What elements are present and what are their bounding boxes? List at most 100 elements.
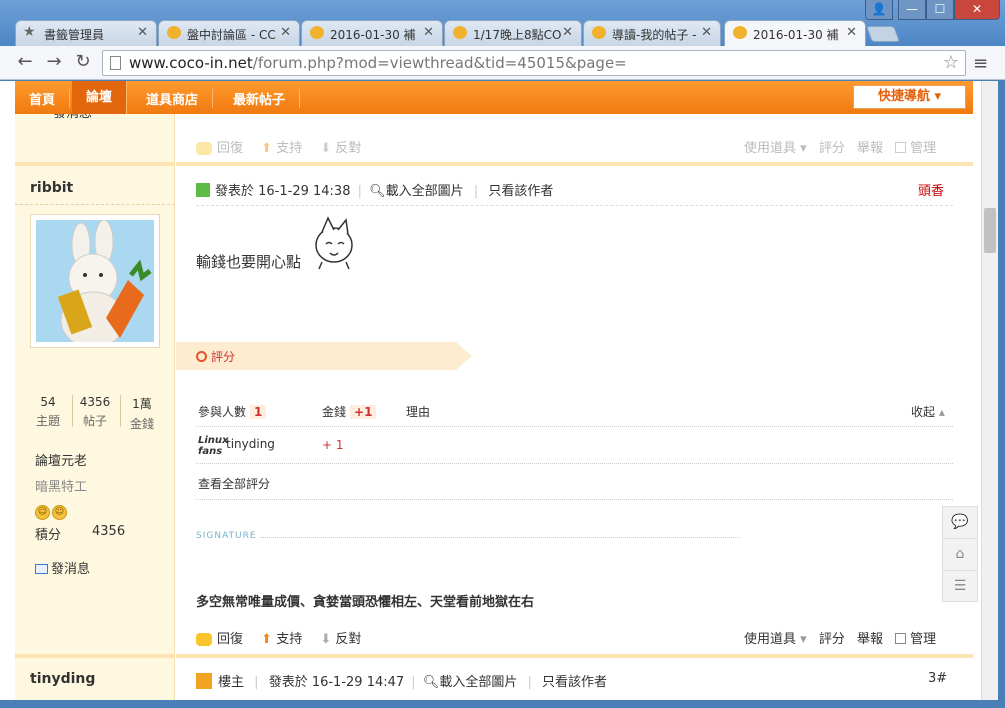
divider bbox=[196, 205, 953, 206]
post-header: 發表於 16-1-29 14:38 | 🔍︎載入全部圖片 | 只看該作者 bbox=[196, 180, 553, 199]
support-button[interactable]: ⬆ 支持 bbox=[261, 141, 302, 156]
reload-icon[interactable]: ↻ bbox=[72, 51, 94, 73]
back-icon[interactable]: ← bbox=[14, 51, 36, 73]
rater-username[interactable]: tinyding bbox=[226, 437, 275, 451]
send-message-link[interactable]: 發消息 bbox=[35, 558, 90, 577]
signature-divider bbox=[260, 537, 740, 538]
chevron-down-icon: ▾ bbox=[800, 632, 807, 647]
stat-label: 金錢 bbox=[129, 417, 154, 431]
report-button[interactable]: 舉報 bbox=[857, 141, 883, 156]
close-icon[interactable]: ✕ bbox=[846, 25, 857, 40]
use-item-button[interactable]: 使用道具 ▾ bbox=[744, 141, 807, 156]
view-all-ratings-link[interactable]: 查看全部評分 bbox=[198, 475, 270, 492]
tab-thread-2[interactable]: 1/17晚上8點CO ✕ bbox=[444, 20, 582, 46]
close-icon[interactable]: ✕ bbox=[701, 25, 712, 40]
scrollbar-thumb[interactable] bbox=[984, 208, 996, 253]
tab-thread-1[interactable]: 2016-01-30 補 ✕ bbox=[301, 20, 443, 46]
post-content: 回復 ⬆ 支持 ⬇ 反對 使用道具 ▾ 評分 舉報 管理 發表於 16-1-29… bbox=[176, 114, 973, 700]
comment-icon bbox=[196, 633, 212, 646]
rate-money-header: 金錢 +1 bbox=[322, 403, 377, 420]
close-button[interactable]: ✕ bbox=[954, 0, 1000, 20]
maximize-button[interactable]: ☐ bbox=[926, 0, 954, 20]
nav-shop[interactable]: 道具商店 bbox=[132, 89, 214, 108]
user-rank[interactable]: 論壇元老 bbox=[35, 450, 87, 469]
tab-discussion[interactable]: 盤中討論區 - CC ✕ bbox=[158, 20, 300, 46]
support-button[interactable]: ⬆ 支持 bbox=[261, 632, 302, 647]
username[interactable]: ribbit bbox=[30, 180, 73, 196]
user-button[interactable]: 👤 bbox=[865, 0, 893, 20]
post-time: 發表於 16-1-29 14:47 bbox=[268, 675, 405, 690]
load-images-link[interactable]: 🔍︎載入全部圖片 bbox=[369, 184, 464, 199]
back-to-top-icon[interactable]: ⌂ bbox=[943, 539, 977, 571]
post-actions: 回復 ⬆ 支持 ⬇ 反對 bbox=[196, 628, 361, 647]
tab-current-thread[interactable]: 2016-01-30 補 ✕ bbox=[724, 20, 866, 47]
url-path: /forum.php?mod=viewthread&tid=45015&page… bbox=[252, 54, 627, 72]
author-only-link[interactable]: 只看該作者 bbox=[488, 184, 553, 199]
new-tab-button[interactable] bbox=[866, 26, 900, 42]
use-item-button[interactable]: 使用道具 ▾ bbox=[744, 632, 807, 647]
oppose-button[interactable]: ⬇ 反對 bbox=[320, 141, 361, 156]
medal-icon[interactable]: ☺ bbox=[35, 505, 50, 520]
points-value: 4356 bbox=[92, 524, 126, 539]
arrow-down-icon: ⬇ bbox=[320, 141, 332, 156]
load-images-link[interactable]: 🔍︎載入全部圖片 bbox=[423, 675, 518, 690]
close-icon[interactable]: ✕ bbox=[280, 25, 291, 40]
post-floor[interactable]: 3# bbox=[928, 671, 947, 686]
stat-value: 1萬 bbox=[132, 397, 152, 411]
stat-value: 54 bbox=[40, 395, 56, 409]
medal-icon[interactable]: ☺ bbox=[52, 505, 67, 520]
user-sidebar: 發消息 ribbit 54 主題 bbox=[15, 106, 175, 700]
send-message-label: 發消息 bbox=[51, 562, 91, 577]
post-floor[interactable]: 頭香 bbox=[918, 180, 944, 199]
quick-nav-button[interactable]: 快捷導航 ▾ bbox=[853, 85, 966, 109]
manage-checkbox[interactable]: 管理 bbox=[895, 141, 936, 156]
reply-button[interactable]: 回復 bbox=[196, 632, 243, 647]
author-only-link[interactable]: 只看該作者 bbox=[542, 675, 607, 690]
menu-icon[interactable]: ≡ bbox=[973, 53, 988, 74]
nav-forum[interactable]: 論壇 bbox=[72, 81, 128, 114]
browser-titlebar: 👤 — ☐ ✕ ★ 書籤管理員 ✕ 盤中討論區 - CC ✕ 2016-01-3… bbox=[0, 0, 1005, 47]
bookmark-star-icon[interactable]: ☆ bbox=[943, 51, 959, 75]
tab-my-posts[interactable]: 導讀-我的帖子 - ✕ bbox=[583, 20, 721, 46]
username[interactable]: tinyding bbox=[30, 671, 95, 687]
post-divider bbox=[15, 654, 175, 658]
tab-bookmarks[interactable]: ★ 書籤管理員 ✕ bbox=[15, 20, 157, 46]
arrow-down-icon: ⬇ bbox=[320, 632, 332, 647]
rater-avatar[interactable]: Linux fans bbox=[198, 435, 229, 457]
use-item-label: 使用道具 bbox=[744, 632, 797, 647]
online-user-icon bbox=[196, 183, 210, 197]
oppose-label: 反對 bbox=[335, 141, 362, 156]
signature-label: SIGNATURE bbox=[196, 531, 257, 541]
avatar-frame[interactable] bbox=[30, 214, 160, 348]
oppose-button[interactable]: ⬇ 反對 bbox=[320, 632, 361, 647]
close-icon[interactable]: ✕ bbox=[562, 25, 573, 40]
stat-money[interactable]: 1萬 金錢 bbox=[117, 395, 167, 432]
rate-title: 評分 bbox=[196, 348, 235, 365]
arrow-up-icon: ⬆ bbox=[261, 632, 273, 647]
thread-starter-label: 樓主 bbox=[218, 675, 245, 690]
address-bar[interactable]: www.coco-in.net/forum.php?mod=viewthread… bbox=[102, 50, 966, 76]
tab-label: 2016-01-30 補 bbox=[753, 28, 839, 42]
manage-label: 管理 bbox=[910, 141, 937, 156]
report-button[interactable]: 舉報 bbox=[857, 632, 883, 647]
chevron-up-icon: ▴ bbox=[938, 405, 945, 419]
rate-button[interactable]: 評分 bbox=[819, 141, 845, 156]
nav-latest[interactable]: 最新帖子 bbox=[219, 89, 301, 108]
minimize-button[interactable]: — bbox=[898, 0, 926, 20]
stat-label: 帖子 bbox=[82, 414, 107, 428]
close-icon[interactable]: ✕ bbox=[423, 25, 434, 40]
close-icon[interactable]: ✕ bbox=[137, 25, 148, 40]
quick-reply-icon[interactable]: 💬 bbox=[943, 507, 977, 539]
vertical-scrollbar[interactable] bbox=[981, 81, 998, 700]
money-total: +1 bbox=[350, 405, 377, 419]
rate-button[interactable]: 評分 bbox=[819, 632, 845, 647]
manage-checkbox[interactable]: 管理 bbox=[895, 632, 936, 647]
reply-button[interactable]: 回復 bbox=[196, 141, 243, 156]
list-icon[interactable]: ☰ bbox=[943, 571, 977, 603]
avatar bbox=[36, 220, 154, 342]
stat-topics[interactable]: 54 主題 bbox=[23, 395, 73, 429]
stat-posts[interactable]: 4356 帖子 bbox=[70, 395, 120, 429]
nav-home[interactable]: 首頁 bbox=[15, 89, 71, 108]
forward-icon[interactable]: → bbox=[43, 51, 65, 73]
collapse-link[interactable]: 收起 ▴ bbox=[911, 403, 945, 420]
